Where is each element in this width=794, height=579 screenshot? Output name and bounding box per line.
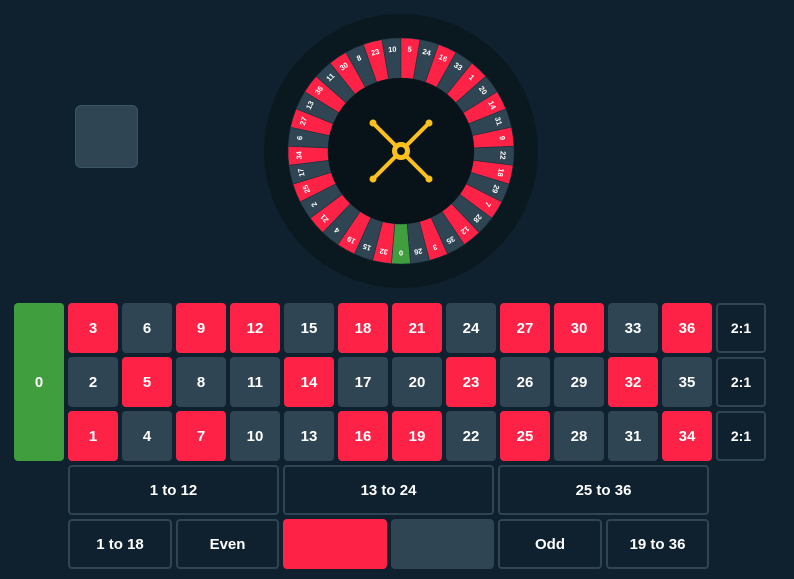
bet-number-cell[interactable]: 25 [500,411,550,461]
bet-number-cell[interactable]: 33 [608,303,658,353]
bet-number-cell[interactable]: 16 [338,411,388,461]
bet-zero[interactable]: 0 [14,303,64,461]
bet-high-19-to-36[interactable]: 19 to 36 [606,519,709,569]
bet-dozen-1[interactable]: 1 to 12 [68,465,279,515]
bet-number-cell[interactable]: 24 [446,303,496,353]
bet-number-cell[interactable]: 18 [338,303,388,353]
bet-number-cell[interactable]: 31 [608,411,658,461]
bet-number-cell[interactable]: 5 [122,357,172,407]
bet-red[interactable] [283,519,387,569]
bet-number-cell[interactable]: 23 [446,357,496,407]
bet-number-cell[interactable]: 34 [662,411,712,461]
bet-number-cell[interactable]: 35 [662,357,712,407]
bet-number-cell[interactable]: 12 [230,303,280,353]
bet-low-1-to-18[interactable]: 1 to 18 [68,519,172,569]
bet-even[interactable]: Even [176,519,279,569]
bet-number-cell[interactable]: 29 [554,357,604,407]
bet-number-cell[interactable]: 27 [500,303,550,353]
bet-number-cell[interactable]: 6 [122,303,172,353]
bet-number-cell[interactable]: 28 [554,411,604,461]
bet-number-cell[interactable]: 17 [338,357,388,407]
bet-column-2to1[interactable]: 2:1 [716,303,766,353]
bet-number-cell[interactable]: 32 [608,357,658,407]
bet-number-cell[interactable]: 13 [284,411,334,461]
bet-number-cell[interactable]: 19 [392,411,442,461]
bet-number-cell[interactable]: 11 [230,357,280,407]
bet-number-cell[interactable]: 15 [284,303,334,353]
bet-dozen-2[interactable]: 13 to 24 [283,465,494,515]
bet-number-cell[interactable]: 26 [500,357,550,407]
roulette-table: 0 1 to 12 13 to 24 25 to 36 1 to 18 Even… [0,0,794,579]
bet-number-cell[interactable]: 9 [176,303,226,353]
bet-number-cell[interactable]: 30 [554,303,604,353]
bet-dozen-3[interactable]: 25 to 36 [498,465,709,515]
bet-odd[interactable]: Odd [498,519,602,569]
bet-number-cell[interactable]: 22 [446,411,496,461]
bet-column-2to1[interactable]: 2:1 [716,357,766,407]
bet-number-cell[interactable]: 2 [68,357,118,407]
bet-number-cell[interactable]: 20 [392,357,442,407]
bet-number-cell[interactable]: 3 [68,303,118,353]
bet-number-cell[interactable]: 10 [230,411,280,461]
bet-number-cell[interactable]: 7 [176,411,226,461]
bet-number-cell[interactable]: 4 [122,411,172,461]
bet-column-2to1[interactable]: 2:1 [716,411,766,461]
bet-number-cell[interactable]: 21 [392,303,442,353]
bet-black[interactable] [391,519,494,569]
bet-number-cell[interactable]: 14 [284,357,334,407]
bet-number-cell[interactable]: 1 [68,411,118,461]
bet-number-cell[interactable]: 36 [662,303,712,353]
bet-number-cell[interactable]: 8 [176,357,226,407]
